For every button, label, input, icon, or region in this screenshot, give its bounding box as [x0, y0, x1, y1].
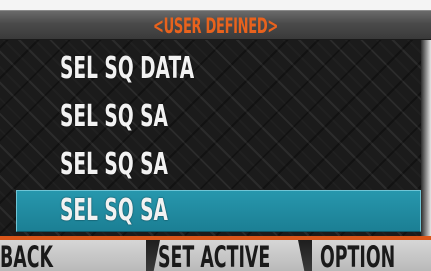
screen-title: <USER DEFINED> — [153, 14, 278, 38]
menu-item-sel-sq-sa[interactable]: SEL SQ SA — [0, 144, 421, 185]
option-softkey[interactable]: OPTION — [320, 240, 431, 271]
menu-item-label: SEL SQ SA — [60, 147, 168, 182]
option-softkey-label: OPTION — [320, 240, 396, 271]
menu-item-selected[interactable]: SEL SQ SA — [16, 190, 421, 232]
menu-item-label: SEL SQ SA — [60, 193, 168, 228]
top-bezel — [0, 0, 431, 10]
back-softkey[interactable]: BACK — [0, 240, 140, 271]
menu-item-label: SEL SQ DATA — [60, 51, 195, 86]
header-bar: <USER DEFINED> — [0, 10, 431, 40]
menu-item-sel-sq-sa[interactable]: SEL SQ SA — [0, 96, 421, 137]
softkey-bar: BACK SET ACTIVE OPTION — [0, 240, 431, 271]
scroll-edge — [421, 40, 431, 240]
menu-item-label: SEL SQ SA — [60, 99, 168, 134]
set-active-softkey-label: SET ACTIVE — [158, 240, 271, 271]
device-screen: <USER DEFINED> SEL SQ DATA SEL SQ SA SEL… — [0, 0, 431, 271]
menu-item-sel-sq-data[interactable]: SEL SQ DATA — [0, 48, 421, 89]
set-active-softkey[interactable]: SET ACTIVE — [158, 240, 308, 271]
back-softkey-label: BACK — [0, 240, 53, 271]
